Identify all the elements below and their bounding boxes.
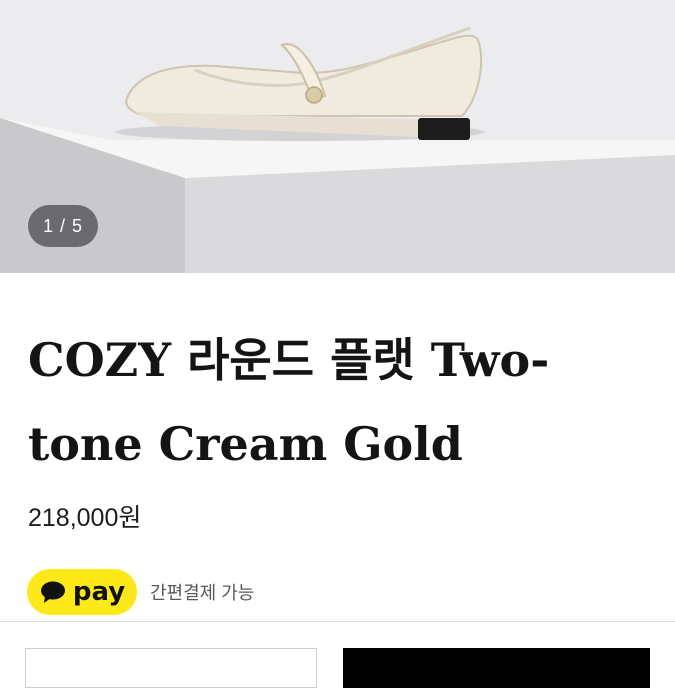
product-image-carousel[interactable]: 1 / 5 [0, 0, 675, 273]
product-title: COZY 라운드 플랫 Two-tone Cream Gold [28, 333, 550, 471]
image-counter: 1 / 5 [28, 205, 98, 247]
speech-bubble-icon [40, 581, 65, 603]
product-price: 218,000원 [28, 504, 142, 532]
product-photo [0, 0, 675, 273]
divider [0, 621, 675, 622]
kakao-pay-badge[interactable]: pay [27, 569, 137, 615]
pay-badge-label: pay [72, 577, 126, 607]
easy-payment-text: 간편결제 가능 [150, 583, 255, 603]
secondary-action-button[interactable] [25, 648, 317, 688]
buy-button[interactable] [343, 648, 650, 688]
